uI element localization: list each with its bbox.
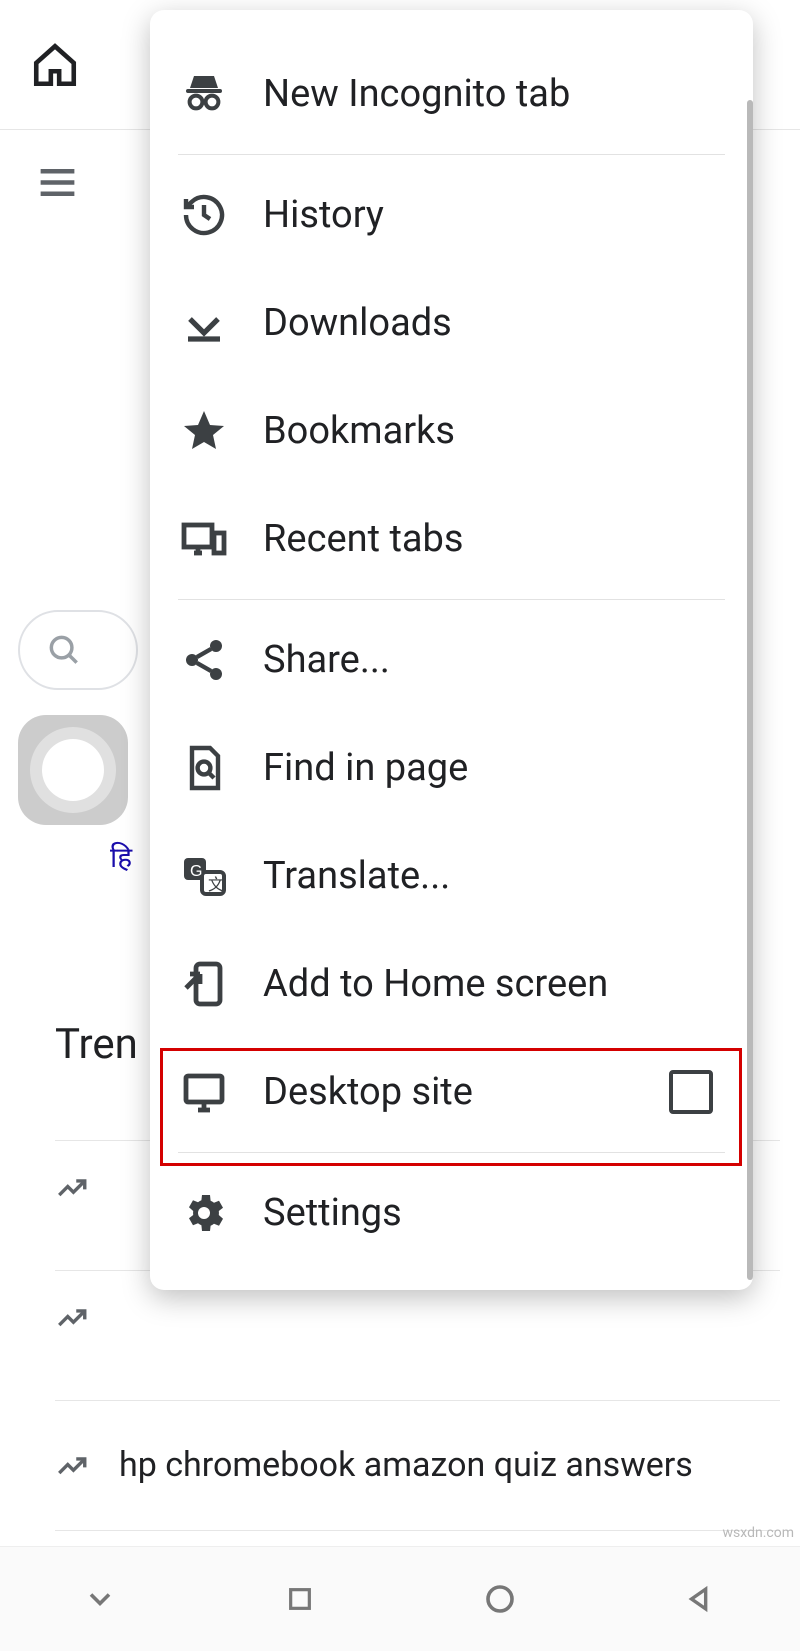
menu-item-label: History: [263, 193, 384, 237]
downloads-icon: [180, 299, 228, 347]
divider: [55, 1530, 780, 1531]
svg-text:文: 文: [208, 876, 224, 894]
language-link[interactable]: हि: [110, 838, 132, 876]
menu-item-settings[interactable]: Settings: [150, 1159, 753, 1267]
watermark: wsxdn.com: [723, 1525, 794, 1541]
home-icon[interactable]: [30, 40, 80, 90]
system-navbar: [0, 1546, 800, 1651]
menu-item-share[interactable]: Share...: [150, 606, 753, 714]
trending-icon: [55, 1301, 89, 1335]
nav-overview-icon[interactable]: [277, 1576, 323, 1622]
menu-item-label: Settings: [263, 1191, 402, 1235]
menu-item-label: Share...: [263, 638, 390, 682]
menu-item-desktop-site[interactable]: Desktop site: [150, 1038, 753, 1146]
menu-item-label: Find in page: [263, 746, 468, 790]
share-icon: [180, 636, 228, 684]
incognito-icon: [180, 70, 228, 118]
nav-back-icon[interactable]: [677, 1576, 723, 1622]
menu-item-translate[interactable]: G 文 Translate...: [150, 822, 753, 930]
find-in-page-icon: [180, 744, 228, 792]
divider: [178, 599, 725, 600]
search-icon: [45, 631, 83, 669]
recent-tabs-icon: [180, 515, 228, 563]
menu-item-label: Bookmarks: [263, 409, 455, 453]
menu-item-label: Recent tabs: [263, 517, 464, 561]
nav-chevron-down-icon[interactable]: [77, 1576, 123, 1622]
nav-home-icon[interactable]: [477, 1576, 523, 1622]
overflow-menu: New Incognito tab History Downloads B: [150, 10, 753, 1290]
trending-heading: Tren: [55, 1020, 138, 1069]
scrollbar[interactable]: [747, 100, 753, 1280]
gear-icon: [180, 1189, 228, 1237]
desktop-icon: [180, 1068, 228, 1116]
menu-item-label: Add to Home screen: [263, 962, 608, 1006]
trending-icon: [55, 1449, 89, 1483]
svg-text:G: G: [190, 863, 202, 880]
menu-item-recent-tabs[interactable]: Recent tabs: [150, 485, 753, 593]
assistant-icon: [42, 739, 104, 801]
menu-item-find[interactable]: Find in page: [150, 714, 753, 822]
star-icon: [180, 407, 228, 455]
menu-item-label: Translate...: [263, 854, 450, 898]
menu-item-add-home[interactable]: Add to Home screen: [150, 930, 753, 1038]
add-to-home-icon: [180, 960, 228, 1008]
menu-item-downloads[interactable]: Downloads: [150, 269, 753, 377]
menu-item-label: Desktop site: [263, 1070, 473, 1114]
menu-item-incognito[interactable]: New Incognito tab: [150, 40, 753, 148]
menu-item-label: Downloads: [263, 301, 452, 345]
history-icon: [180, 191, 228, 239]
search-input[interactable]: [18, 610, 138, 690]
menu-item-bookmarks[interactable]: Bookmarks: [150, 377, 753, 485]
trending-item[interactable]: hp chromebook amazon quiz answers: [55, 1400, 780, 1530]
translate-icon: G 文: [180, 852, 228, 900]
assistant-button[interactable]: [18, 715, 128, 825]
divider: [178, 154, 725, 155]
divider: [178, 1152, 725, 1153]
desktop-site-checkbox[interactable]: [669, 1070, 713, 1114]
trending-icon: [55, 1171, 89, 1205]
trending-text: hp chromebook amazon quiz answers: [119, 1444, 693, 1487]
menu-item-label: New Incognito tab: [263, 72, 570, 116]
menu-item-history[interactable]: History: [150, 161, 753, 269]
